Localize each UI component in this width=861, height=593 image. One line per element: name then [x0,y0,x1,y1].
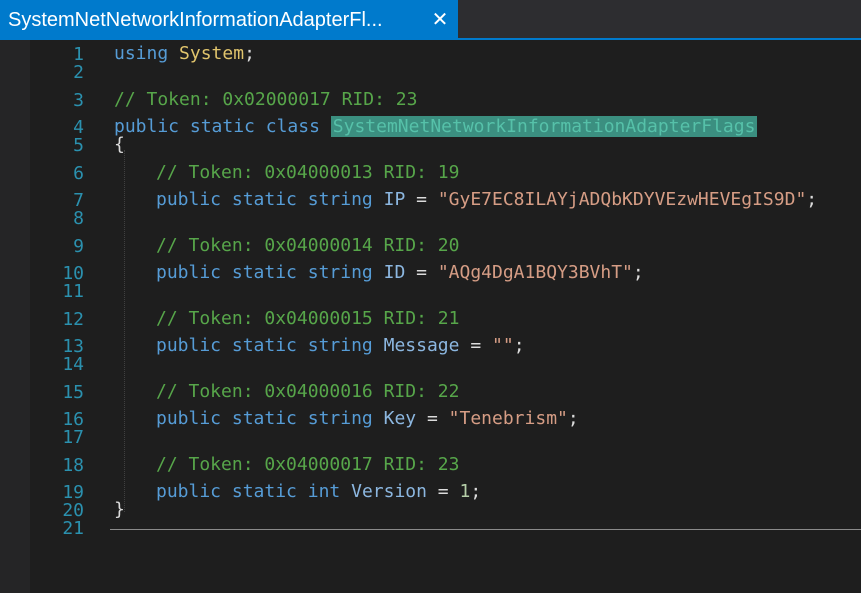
code-line-10: public static string ID = "AQg4DgA1BQY3B… [156,263,644,283]
code-line-4: public static class SystemNetNetworkInfo… [114,116,758,137]
namespace-reference[interactable]: System [179,43,244,64]
punctuation: ; [244,43,255,64]
keyword: int [307,481,341,502]
field-name[interactable]: Key [384,408,417,429]
keyword: static [189,116,255,137]
field-name[interactable]: Message [384,335,460,356]
document-tab[interactable]: SystemNetNetworkInformationAdapterFl... … [0,0,458,40]
line-number: 6 [73,163,84,184]
comment: // Token: 0x04000017 RID: 23 [156,454,460,475]
line-number: 9 [73,236,84,257]
class-name-selected[interactable]: SystemNetNetworkInformationAdapterFlags [330,116,758,137]
keyword: string [307,335,373,356]
keyword: public [156,189,222,210]
keyword: static [231,481,297,502]
field-name[interactable]: ID [384,262,406,283]
line-number: 8 [73,208,84,229]
tab-title: SystemNetNetworkInformationAdapterFl... [8,9,383,31]
line-number: 3 [73,90,84,111]
comment: // Token: 0x04000015 RID: 21 [156,308,460,329]
keyword: using [114,43,169,64]
line-number-gutter: 1 2 3 4 5 6 7 8 9 10 11 12 13 14 15 16 1… [30,40,86,593]
line-number: 11 [62,281,84,302]
assignment: = [416,408,449,429]
close-brace: } [114,499,125,520]
line-number: 2 [73,62,84,83]
document-tab-strip: SystemNetNetworkInformationAdapterFl... … [0,0,861,40]
line-number: 15 [62,382,84,403]
code-line-16: public static string Key = "Tenebrism"; [156,409,579,429]
line-number: 5 [73,135,84,156]
string-literal: "Tenebrism" [448,408,568,429]
punctuation: ; [567,408,579,429]
comment: // Token: 0x04000016 RID: 22 [156,381,460,402]
keyword: static [231,189,297,210]
line-number: 21 [62,518,84,539]
field-name[interactable]: IP [384,189,406,210]
keyword: string [307,189,373,210]
editor-left-margin [0,40,30,593]
number-literal: 1 [459,481,471,502]
code-line-12: // Token: 0x04000015 RID: 21 [156,309,459,329]
line-number: 18 [62,455,84,476]
code-line-13: public static string Message = ""; [156,336,525,356]
line-number: 17 [62,427,84,448]
code-line-7: public static string IP = "GyE7EC8ILAYjA… [156,190,817,210]
keyword: public [156,408,222,429]
assignment: = [426,481,460,502]
punctuation: ; [513,335,525,356]
code-line-19: public static int Version = 1; [156,482,481,502]
code-line-3: // Token: 0x02000017 RID: 23 [114,90,417,110]
keyword: public [156,481,222,502]
assignment: = [405,262,438,283]
code-line-5: { [114,135,125,155]
decompiler-window: SystemNetNetworkInformationAdapterFl... … [0,0,861,593]
comment: // Token: 0x02000017 RID: 23 [114,89,418,110]
keyword: public [156,335,222,356]
code-line-1: using System; [114,44,255,64]
keyword: static [231,262,297,283]
keyword: string [307,262,373,283]
open-brace: { [114,134,125,155]
punctuation: ; [470,481,482,502]
line-number: 12 [62,309,84,330]
code-line-9: // Token: 0x04000014 RID: 20 [156,236,459,256]
code-line-15: // Token: 0x04000016 RID: 22 [156,382,459,402]
code-line-6: // Token: 0x04000013 RID: 19 [156,163,459,183]
assignment: = [405,189,438,210]
close-icon[interactable]: ✕ [428,0,452,40]
keyword: public [156,262,222,283]
code-line-18: // Token: 0x04000017 RID: 23 [156,455,459,475]
string-literal: "AQg4DgA1BQY3BVhT" [437,262,633,283]
punctuation: ; [632,262,644,283]
assignment: = [459,335,492,356]
string-literal: "" [492,335,514,356]
comment: // Token: 0x04000013 RID: 19 [156,162,460,183]
comment: // Token: 0x04000014 RID: 20 [156,235,460,256]
punctuation: ; [806,189,818,210]
line-number: 14 [62,354,84,375]
keyword: static [231,335,297,356]
field-name[interactable]: Version [351,481,427,502]
keyword: class [265,116,320,137]
keyword: static [231,408,297,429]
code-line-20: } [114,500,125,520]
keyword: string [307,408,373,429]
string-literal: "GyE7EC8ILAYjADQbKDYVEzwHEVEgIS9D" [437,189,807,210]
code-area[interactable]: using System; // Token: 0x02000017 RID: … [110,40,861,593]
code-editor[interactable]: 1 2 3 4 5 6 7 8 9 10 11 12 13 14 15 16 1… [0,40,861,593]
